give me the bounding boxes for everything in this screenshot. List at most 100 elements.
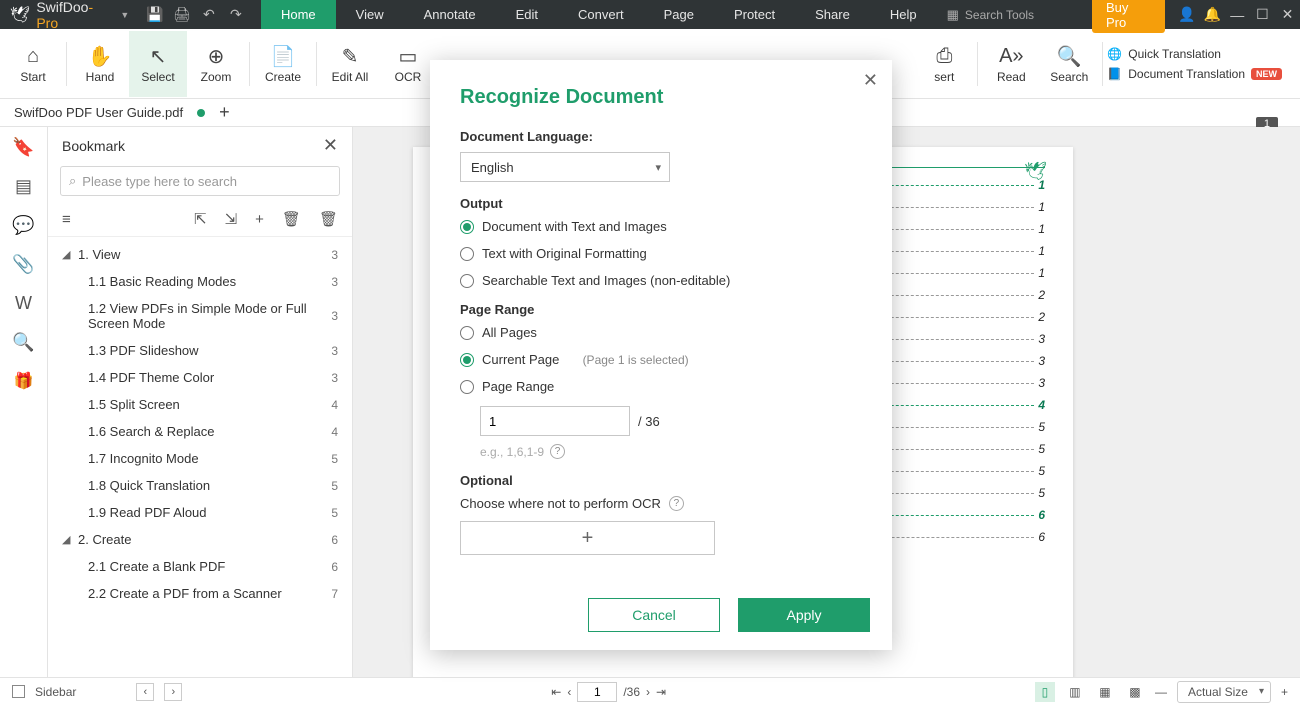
language-select[interactable]: English [460, 152, 670, 182]
sidebar-toggle-icon[interactable] [12, 685, 25, 698]
undo-icon[interactable]: ↶ [195, 6, 222, 23]
bookmark-item[interactable]: 1.4 PDF Theme Color3 [48, 364, 352, 391]
bookmark-item[interactable]: 1.5 Split Screen4 [48, 391, 352, 418]
next-page-icon[interactable]: › [646, 685, 650, 699]
delete-all-icon[interactable]: 🗑 [319, 210, 338, 228]
doc-translate-icon: 📘 [1107, 67, 1122, 81]
bookmark-item[interactable]: 1.7 Incognito Mode5 [48, 445, 352, 472]
menu-annotate[interactable]: Annotate [404, 0, 496, 29]
ribbon-search[interactable]: 🔍Search [1040, 31, 1098, 97]
nav-prev-icon[interactable]: ‹ [136, 683, 154, 701]
bookmark-item[interactable]: 1.8 Quick Translation5 [48, 472, 352, 499]
menu-home[interactable]: Home [261, 0, 336, 29]
apply-button[interactable]: Apply [738, 598, 870, 632]
range-input[interactable] [480, 406, 630, 436]
last-page-icon[interactable]: ⇥ [656, 685, 666, 699]
bookmark-item[interactable]: 1.6 Search & Replace4 [48, 418, 352, 445]
range-all[interactable]: All Pages [460, 325, 862, 340]
gift-icon[interactable]: 🎁 [14, 371, 34, 391]
buy-pro-button[interactable]: Buy Pro [1092, 0, 1165, 33]
range-current[interactable]: Current Page (Page 1 is selected) [460, 352, 862, 367]
app-menu-dropdown-icon[interactable]: ▼ [116, 10, 133, 20]
view-continuous-icon[interactable]: ▥ [1065, 682, 1085, 702]
bookmark-search[interactable]: ⌕ Please type here to search [60, 166, 340, 196]
menu-convert[interactable]: Convert [558, 0, 644, 29]
search-tools[interactable]: ▦ Search Tools [937, 7, 1082, 23]
help-icon[interactable]: ? [550, 444, 565, 459]
app-logo: 🕊 SwifDoo-Pro ▼ [0, 0, 141, 31]
recognize-document-dialog: ✕ Recognize Document Document Language: … [430, 60, 892, 650]
ribbon-select[interactable]: ↖Select [129, 31, 187, 97]
ribbon-hand[interactable]: ✋Hand [71, 31, 129, 97]
bookmark-close-icon[interactable]: ✕ [323, 135, 338, 156]
view-grid-icon[interactable]: ▩ [1125, 682, 1145, 702]
zoom-in-icon[interactable]: + [1281, 685, 1288, 699]
menu-edit[interactable]: Edit [496, 0, 558, 29]
bookmark-item[interactable]: 1.1 Basic Reading Modes3 [48, 268, 352, 295]
menu-page[interactable]: Page [644, 0, 714, 29]
menu-share[interactable]: Share [795, 0, 870, 29]
help-icon[interactable]: ? [669, 496, 684, 511]
new-tab-icon[interactable]: + [219, 102, 230, 123]
collapse-icon[interactable]: ⇲ [225, 210, 238, 228]
first-page-icon[interactable]: ⇤ [551, 685, 561, 699]
menu-help[interactable]: Help [870, 0, 937, 29]
ribbon-start[interactable]: ⌂Start [4, 31, 62, 97]
bell-icon[interactable]: 🔔 [1200, 6, 1225, 23]
redo-icon[interactable]: ↷ [222, 6, 249, 23]
page-total: /36 [623, 685, 640, 699]
menu-protect[interactable]: Protect [714, 0, 795, 29]
print-icon[interactable]: 🖨 [168, 6, 195, 23]
thumbnails-icon[interactable]: ▤ [15, 176, 32, 197]
ribbon-create[interactable]: 📄Create [254, 31, 312, 97]
bookmark-icon[interactable]: 🔖 [12, 137, 34, 158]
ribbon-read[interactable]: A»Read [982, 31, 1040, 97]
add-bookmark-icon[interactable]: + [255, 211, 264, 228]
prev-page-icon[interactable]: ‹ [567, 685, 571, 699]
cursor-icon: ↖ [150, 44, 167, 70]
output-opt-3[interactable]: Searchable Text and Images (non-editable… [460, 273, 862, 288]
bookmark-item[interactable]: 1.9 Read PDF Aloud5 [48, 499, 352, 526]
list-icon[interactable]: ≡ [62, 211, 71, 228]
output-opt-2[interactable]: Text with Original Formatting [460, 246, 862, 261]
bookmark-item[interactable]: ◢1. View3 [48, 241, 352, 268]
delete-icon[interactable]: 🗑 [282, 210, 301, 228]
minimize-icon[interactable]: — [1225, 7, 1250, 23]
nav-next-icon[interactable]: › [164, 683, 182, 701]
ribbon-editall[interactable]: ✎Edit All [321, 31, 379, 97]
ribbon-insert[interactable]: ⎙sert [915, 31, 973, 97]
bookmark-toolbar: ≡ ⇱ ⇲ + 🗑 🗑 [48, 206, 352, 237]
view-single-icon[interactable]: ▯ [1035, 682, 1055, 702]
quick-translation-link[interactable]: 🌐Quick Translation [1107, 47, 1282, 61]
save-icon[interactable]: 💾 [141, 6, 168, 23]
view-facing-icon[interactable]: ▦ [1095, 682, 1115, 702]
search-rail-icon[interactable]: 🔍 [12, 332, 34, 353]
document-translation-link[interactable]: 📘Document TranslationNEW [1107, 67, 1282, 81]
maximize-icon[interactable]: ☐ [1250, 6, 1275, 23]
bookmark-item[interactable]: 2.2 Create a PDF from a Scanner7 [48, 580, 352, 607]
range-custom[interactable]: Page Range [460, 379, 862, 394]
bookmark-item[interactable]: 2.1 Create a Blank PDF6 [48, 553, 352, 580]
menu-view[interactable]: View [336, 0, 404, 29]
bookmark-item[interactable]: 1.2 View PDFs in Simple Mode or Full Scr… [48, 295, 352, 337]
zoom-out-icon[interactable]: — [1155, 685, 1167, 699]
comments-icon[interactable]: 💬 [12, 215, 34, 236]
ribbon-zoom[interactable]: ⊕Zoom [187, 31, 245, 97]
user-icon[interactable]: 👤 [1175, 6, 1200, 23]
add-exclusion-button[interactable]: + [460, 521, 715, 555]
bookmark-item[interactable]: ◢2. Create6 [48, 526, 352, 553]
zoom-select[interactable]: Actual Size [1177, 681, 1271, 703]
sidebar-label[interactable]: Sidebar [35, 685, 76, 699]
range-label: Page Range [460, 302, 862, 317]
word-icon[interactable]: W [15, 293, 32, 314]
cancel-button[interactable]: Cancel [588, 598, 720, 632]
page-input[interactable] [577, 682, 617, 702]
attachment-icon[interactable]: 📎 [12, 254, 34, 275]
expand-icon[interactable]: ⇱ [194, 210, 207, 228]
output-opt-1[interactable]: Document with Text and Images [460, 219, 862, 234]
close-icon[interactable]: ✕ [1275, 6, 1300, 23]
ribbon-ocr[interactable]: ▭OCR [379, 31, 437, 97]
dialog-close-icon[interactable]: ✕ [863, 70, 878, 91]
tab-filename[interactable]: SwifDoo PDF User Guide.pdf [14, 105, 183, 120]
bookmark-item[interactable]: 1.3 PDF Slideshow3 [48, 337, 352, 364]
